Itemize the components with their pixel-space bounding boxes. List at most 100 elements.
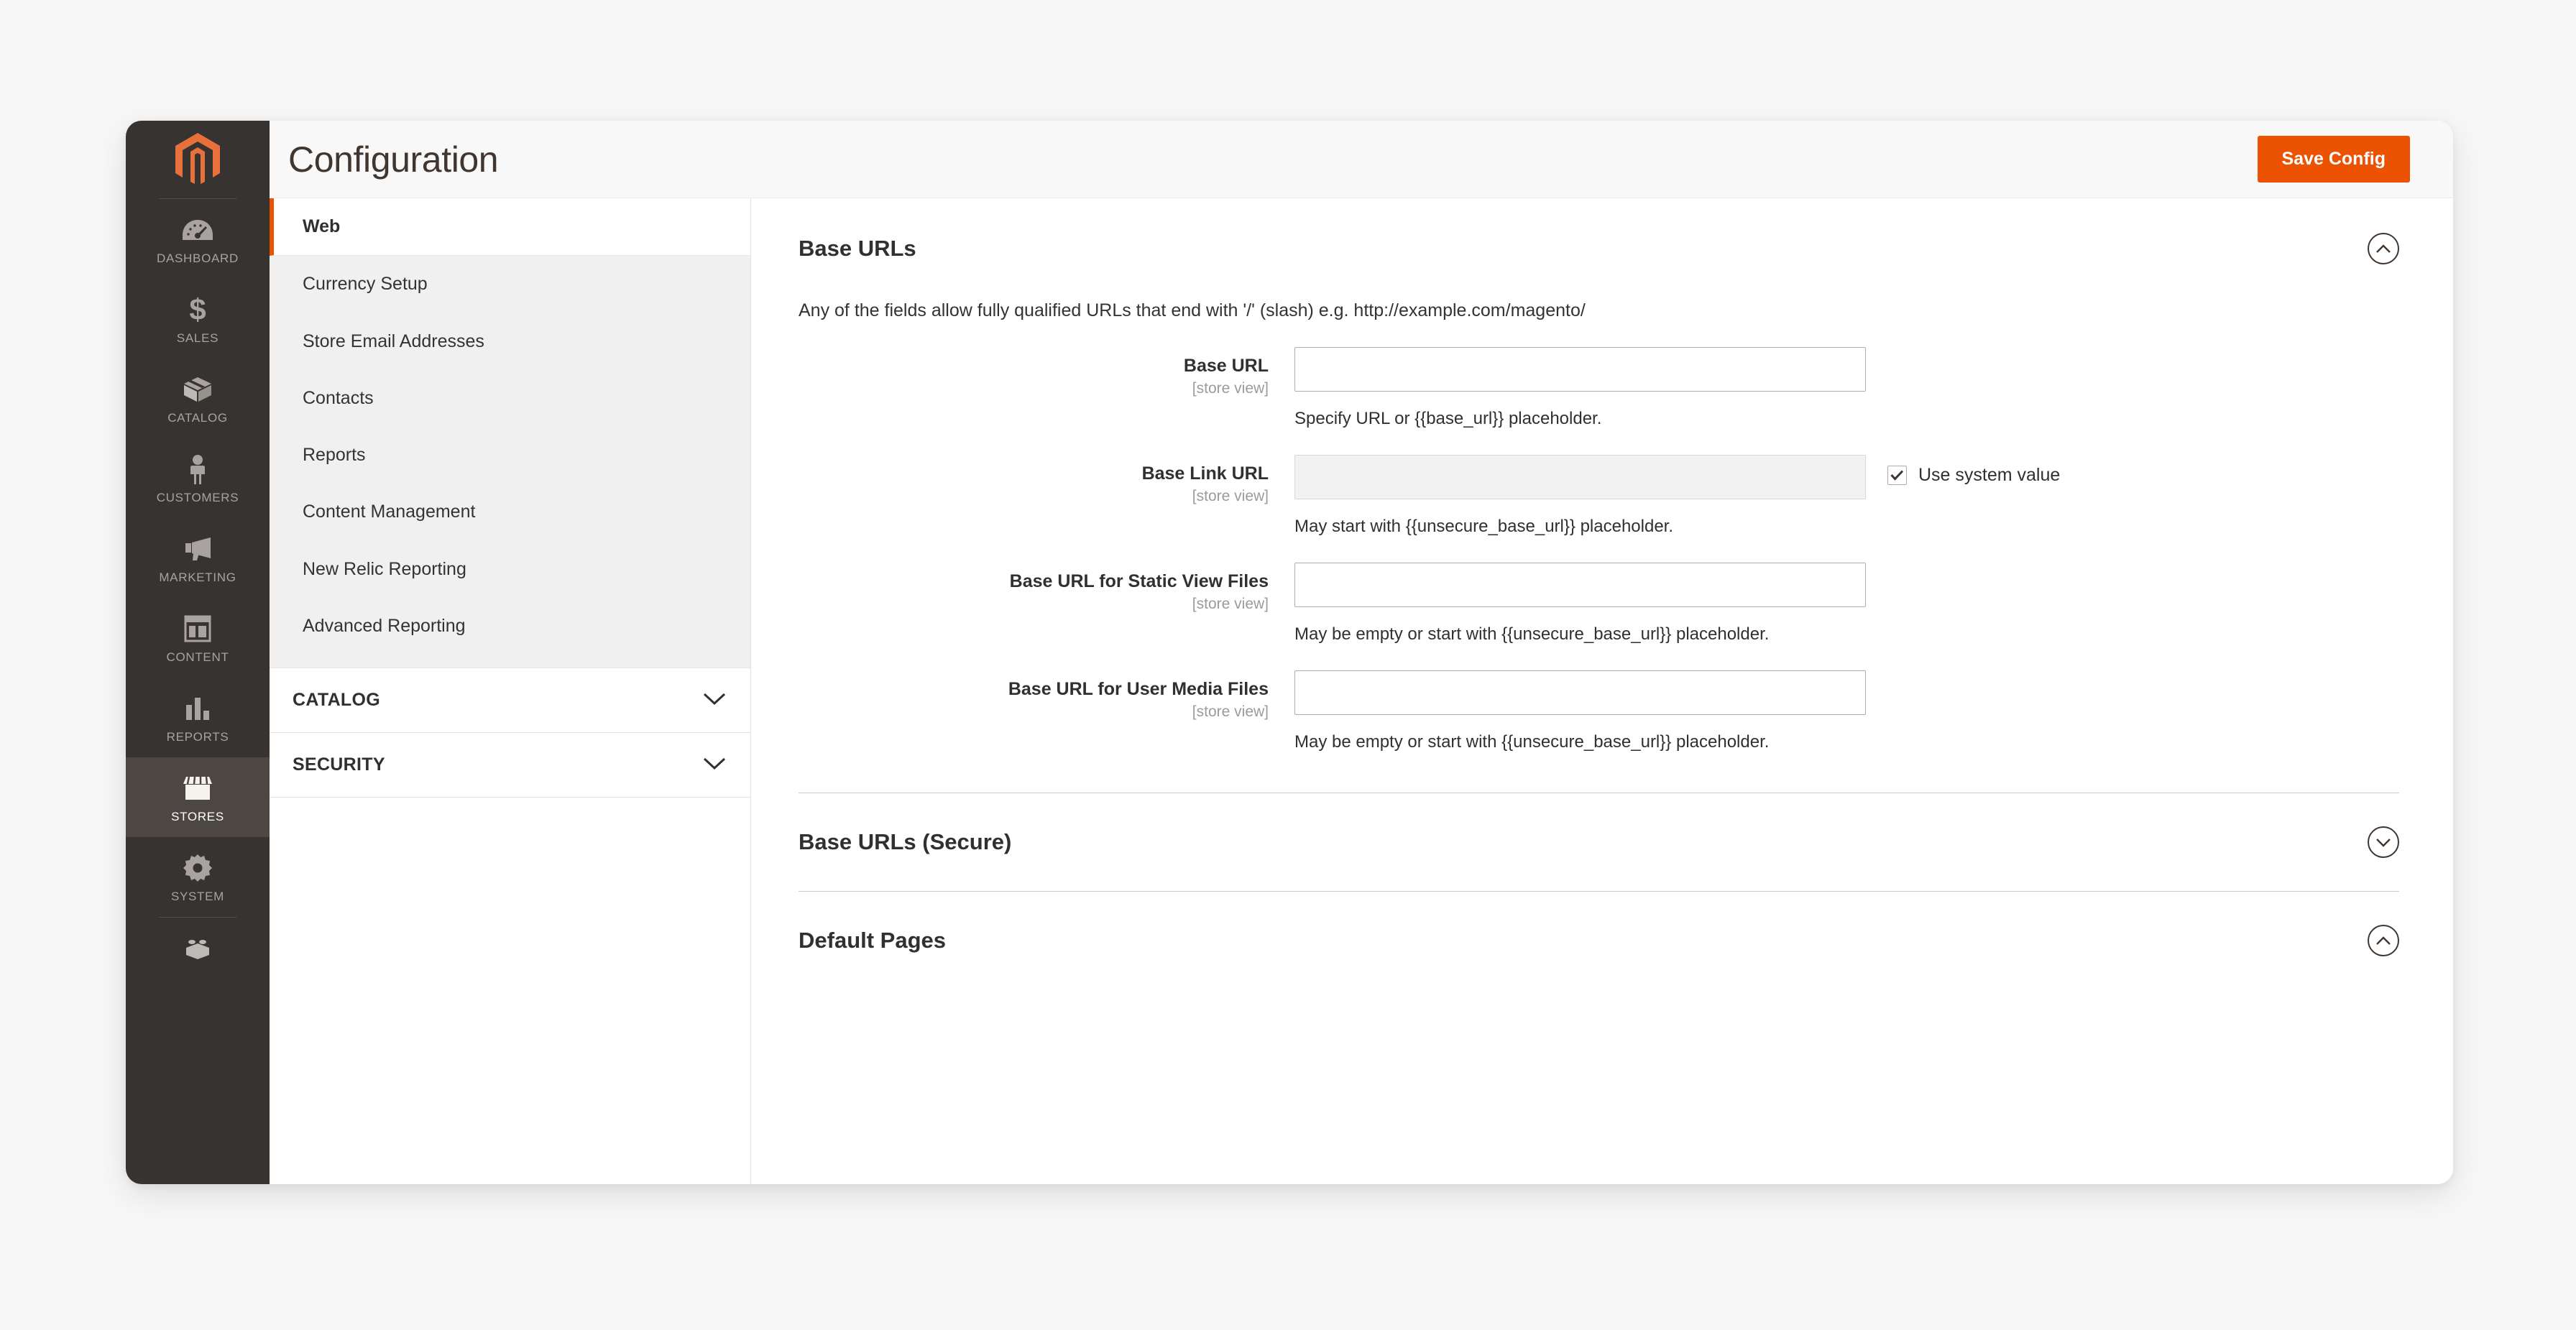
- field-scope: [store view]: [1192, 703, 1269, 720]
- layout-icon: [181, 614, 214, 644]
- field-row-base-url-user-media-files: Base URL for User Media Files [store vie…: [799, 670, 2399, 752]
- base-urls-title: Base URLs: [799, 236, 916, 261]
- megaphone-icon: [181, 534, 214, 564]
- config-nav-item-contacts[interactable]: Contacts: [270, 370, 750, 427]
- config-nav-label: Web: [303, 216, 341, 236]
- field-comment: May be empty or start with {{unsecure_ba…: [1294, 624, 1770, 644]
- config-nav-section-label: CATALOG: [293, 690, 380, 710]
- admin-window: DASHBOARD $ SALES CATALOG CUSTOMERS MARK…: [126, 121, 2453, 1184]
- field-control: Specify URL or {{base_url}} placeholder.: [1294, 347, 2399, 429]
- config-nav-label: Contacts: [303, 387, 374, 408]
- use-system-value-checkbox[interactable]: [1887, 466, 1907, 485]
- chevron-down-icon: [703, 690, 726, 711]
- page-header: Configuration Save Config: [270, 121, 2453, 198]
- person-icon: [181, 454, 214, 484]
- sidebar-item-content[interactable]: CONTENT: [126, 598, 270, 678]
- config-nav-item-new-relic-reporting[interactable]: New Relic Reporting: [270, 541, 750, 598]
- storefront-icon: [181, 773, 214, 803]
- sidebar-item-customers[interactable]: CUSTOMERS: [126, 438, 270, 518]
- config-nav-item-advanced-reporting[interactable]: Advanced Reporting: [270, 598, 750, 668]
- sidebar-label: REPORTS: [166, 730, 229, 744]
- config-nav-item-currency-setup[interactable]: Currency Setup: [270, 256, 750, 313]
- config-nav-item-content-management[interactable]: Content Management: [270, 484, 750, 540]
- main-area: Configuration Save Config Web Currency S…: [270, 121, 2453, 1184]
- config-nav-label: Reports: [303, 445, 366, 465]
- bar-chart-icon: [181, 693, 214, 724]
- collapse-toggle-base-urls[interactable]: [2368, 233, 2399, 264]
- sidebar-label: SYSTEM: [170, 890, 225, 903]
- field-label-block: Base Link URL [store view]: [799, 455, 1294, 505]
- field-label-block: Base URL [store view]: [799, 347, 1294, 397]
- base-urls-secure-title: Base URLs (Secure): [799, 829, 1012, 854]
- use-system-value-toggle[interactable]: Use system value: [1887, 455, 2060, 486]
- collapse-toggle-base-urls-secure[interactable]: [2368, 826, 2399, 858]
- sidebar-item-marketing[interactable]: MARKETING: [126, 518, 270, 598]
- field-row-base-url-static-view-files: Base URL for Static View Files [store vi…: [799, 563, 2399, 645]
- primary-sidebar: DASHBOARD $ SALES CATALOG CUSTOMERS MARK…: [126, 121, 270, 1184]
- default-pages-title: Default Pages: [799, 928, 947, 953]
- config-nav: Web Currency Setup Store Email Addresses…: [270, 198, 751, 1184]
- config-nav-item-reports[interactable]: Reports: [270, 427, 750, 484]
- sidebar-label: SALES: [176, 331, 219, 345]
- field-label-block: Base URL for User Media Files [store vie…: [799, 670, 1294, 721]
- magento-logo[interactable]: [126, 121, 270, 198]
- collapse-toggle-default-pages[interactable]: [2368, 925, 2399, 956]
- sidebar-label: CUSTOMERS: [156, 491, 239, 504]
- config-nav-label: Store Email Addresses: [303, 331, 484, 351]
- sidebar-label: CONTENT: [166, 650, 229, 664]
- base-url-input[interactable]: [1294, 347, 1866, 392]
- field-label: Base URL: [1183, 356, 1269, 376]
- field-label: Base Link URL: [1141, 463, 1269, 484]
- config-nav-section-security[interactable]: SECURITY: [270, 733, 750, 798]
- base-url-static-view-files-input[interactable]: [1294, 563, 1866, 607]
- sidebar-item-system[interactable]: SYSTEM: [126, 837, 270, 917]
- field-control: May be empty or start with {{unsecure_ba…: [1294, 670, 2399, 752]
- sidebar-item-catalog[interactable]: CATALOG: [126, 359, 270, 438]
- sidebar-item-sales[interactable]: $ SALES: [126, 279, 270, 359]
- save-config-button[interactable]: Save Config: [2257, 136, 2410, 183]
- check-icon: [1890, 470, 1904, 481]
- chevron-up-icon: [2376, 244, 2391, 253]
- config-nav-item-store-email-addresses[interactable]: Store Email Addresses: [270, 313, 750, 370]
- config-nav-item-web[interactable]: Web: [270, 198, 750, 257]
- field-label: Base URL for Static View Files: [1009, 571, 1269, 591]
- field-scope: [store view]: [1192, 487, 1269, 504]
- page-body: Web Currency Setup Store Email Addresses…: [270, 198, 2453, 1184]
- base-urls-secure-section-header[interactable]: Base URLs (Secure): [799, 793, 2399, 858]
- sidebar-label: CATALOG: [167, 411, 228, 425]
- gear-icon: [181, 853, 214, 883]
- dollar-icon: $: [181, 295, 214, 325]
- chevron-up-icon: [2376, 936, 2391, 945]
- sidebar-item-stores[interactable]: STORES: [126, 757, 270, 837]
- base-url-user-media-files-input[interactable]: [1294, 670, 1866, 715]
- use-system-value-label: Use system value: [1918, 465, 2061, 485]
- sidebar-label: DASHBOARD: [157, 251, 239, 265]
- sidebar-item-reports[interactable]: REPORTS: [126, 678, 270, 757]
- field-scope: [store view]: [1192, 379, 1269, 397]
- sidebar-item-dashboard[interactable]: DASHBOARD: [126, 199, 270, 279]
- sidebar-item-extensions[interactable]: [126, 918, 270, 964]
- field-row-base-url: Base URL [store view] Specify URL or {{b…: [799, 347, 2399, 429]
- field-label: Base URL for User Media Files: [1008, 679, 1269, 699]
- config-nav-section-catalog[interactable]: CATALOG: [270, 668, 750, 733]
- base-link-url-input[interactable]: [1294, 455, 1866, 499]
- config-content: Base URLs Any of the fields allow fully …: [751, 198, 2453, 1184]
- field-input-row: Use system value: [1294, 455, 2399, 499]
- dashboard-gauge-icon: [181, 215, 214, 245]
- field-control: May be empty or start with {{unsecure_ba…: [1294, 563, 2399, 645]
- box-icon: [181, 374, 214, 405]
- field-row-base-link-url: Base Link URL [store view] Use system va…: [799, 455, 2399, 537]
- config-nav-label: Content Management: [303, 502, 476, 522]
- sidebar-label: MARKETING: [159, 571, 236, 584]
- config-nav-label: Currency Setup: [303, 274, 428, 295]
- config-nav-label: Advanced Reporting: [303, 615, 466, 636]
- base-urls-section-header[interactable]: Base URLs: [799, 198, 2399, 264]
- config-nav-group-general: Currency Setup Store Email Addresses Con…: [270, 256, 750, 668]
- default-pages-section-header[interactable]: Default Pages: [799, 892, 2399, 956]
- field-comment: Specify URL or {{base_url}} placeholder.: [1294, 409, 1602, 428]
- field-scope: [store view]: [1192, 595, 1269, 612]
- page-title: Configuration: [288, 139, 499, 180]
- config-nav-section-label: SECURITY: [293, 754, 385, 775]
- field-comment: May start with {{unsecure_base_url}} pla…: [1294, 517, 1674, 536]
- field-label-block: Base URL for Static View Files [store vi…: [799, 563, 1294, 613]
